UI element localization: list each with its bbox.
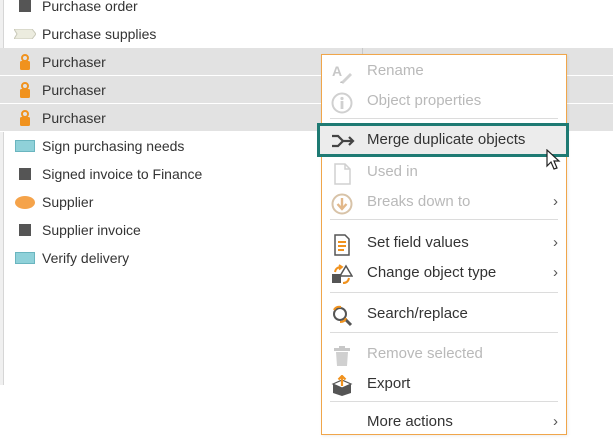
- menu-separator: [330, 401, 558, 402]
- list-item-label: Supplier invoice: [42, 222, 141, 238]
- breakdown-icon: [331, 193, 353, 215]
- chevron-right-icon: ›: [553, 234, 558, 251]
- list-item-label: Sign purchasing needs: [42, 138, 185, 154]
- menu-item-search-replace[interactable]: Search/replace: [322, 299, 566, 329]
- list-item[interactable]: Purchase supplies: [0, 20, 613, 48]
- merge-icon: [331, 130, 355, 152]
- chevron-right-icon: ›: [553, 193, 558, 210]
- list-item-label: Supplier: [42, 194, 94, 210]
- list-item-label: Verify delivery: [42, 250, 130, 266]
- person-icon: [14, 53, 36, 70]
- search-replace-icon: [331, 305, 353, 327]
- trash-icon: [331, 345, 353, 367]
- menu-item-more-actions[interactable]: More actions ›: [322, 407, 566, 437]
- list-item-label: Signed invoice to Finance: [42, 166, 203, 182]
- dark-square-icon: [14, 222, 36, 238]
- person-icon: [14, 81, 36, 98]
- menu-item-merge-duplicate-objects[interactable]: Merge duplicate objects: [317, 123, 569, 157]
- change-type-icon: [331, 264, 354, 286]
- menu-separator: [330, 292, 558, 293]
- cyan-rectangle-icon: [14, 250, 36, 266]
- list-item-label: Purchaser: [42, 53, 106, 70]
- menu-item-set-field-values[interactable]: Set field values ›: [322, 228, 566, 258]
- menu-separator: [330, 332, 558, 333]
- export-icon: [331, 374, 353, 397]
- menu-separator: [330, 219, 558, 220]
- chevron-right-icon: ›: [553, 413, 558, 430]
- list-item-label: Purchaser: [42, 109, 106, 126]
- menu-item-rename[interactable]: A Rename: [322, 56, 566, 86]
- cyan-rectangle-icon: [14, 138, 36, 154]
- menu-item-change-object-type[interactable]: Change object type ›: [322, 258, 566, 288]
- field-values-icon: [331, 234, 353, 256]
- list-item-label: Purchase order: [42, 0, 138, 14]
- mouse-cursor-icon: [546, 149, 561, 170]
- person-icon: [14, 109, 36, 126]
- rename-icon: A: [331, 62, 353, 84]
- menu-separator: [330, 118, 558, 119]
- orange-oval-icon: [14, 194, 36, 210]
- svg-text:A: A: [332, 63, 342, 79]
- dark-square-icon: [14, 0, 36, 14]
- menu-item-remove-selected[interactable]: Remove selected: [322, 339, 566, 369]
- list-item[interactable]: Purchase order: [0, 0, 613, 20]
- menu-item-object-properties[interactable]: Object properties: [322, 86, 566, 116]
- menu-item-used-in[interactable]: Used in: [322, 157, 566, 187]
- chevron-right-icon: ›: [553, 264, 558, 281]
- list-item-label: Purchaser: [42, 81, 106, 98]
- flag-shape-icon: [14, 26, 36, 42]
- menu-item-export[interactable]: Export: [322, 369, 566, 399]
- document-icon: [331, 163, 353, 185]
- dark-square-icon: [14, 166, 36, 182]
- menu-item-breaks-down-to[interactable]: Breaks down to ›: [322, 187, 566, 217]
- list-item-label: Purchase supplies: [42, 26, 157, 42]
- context-menu: A Rename Object properties Merge duplica…: [317, 54, 569, 437]
- info-icon: [331, 92, 353, 114]
